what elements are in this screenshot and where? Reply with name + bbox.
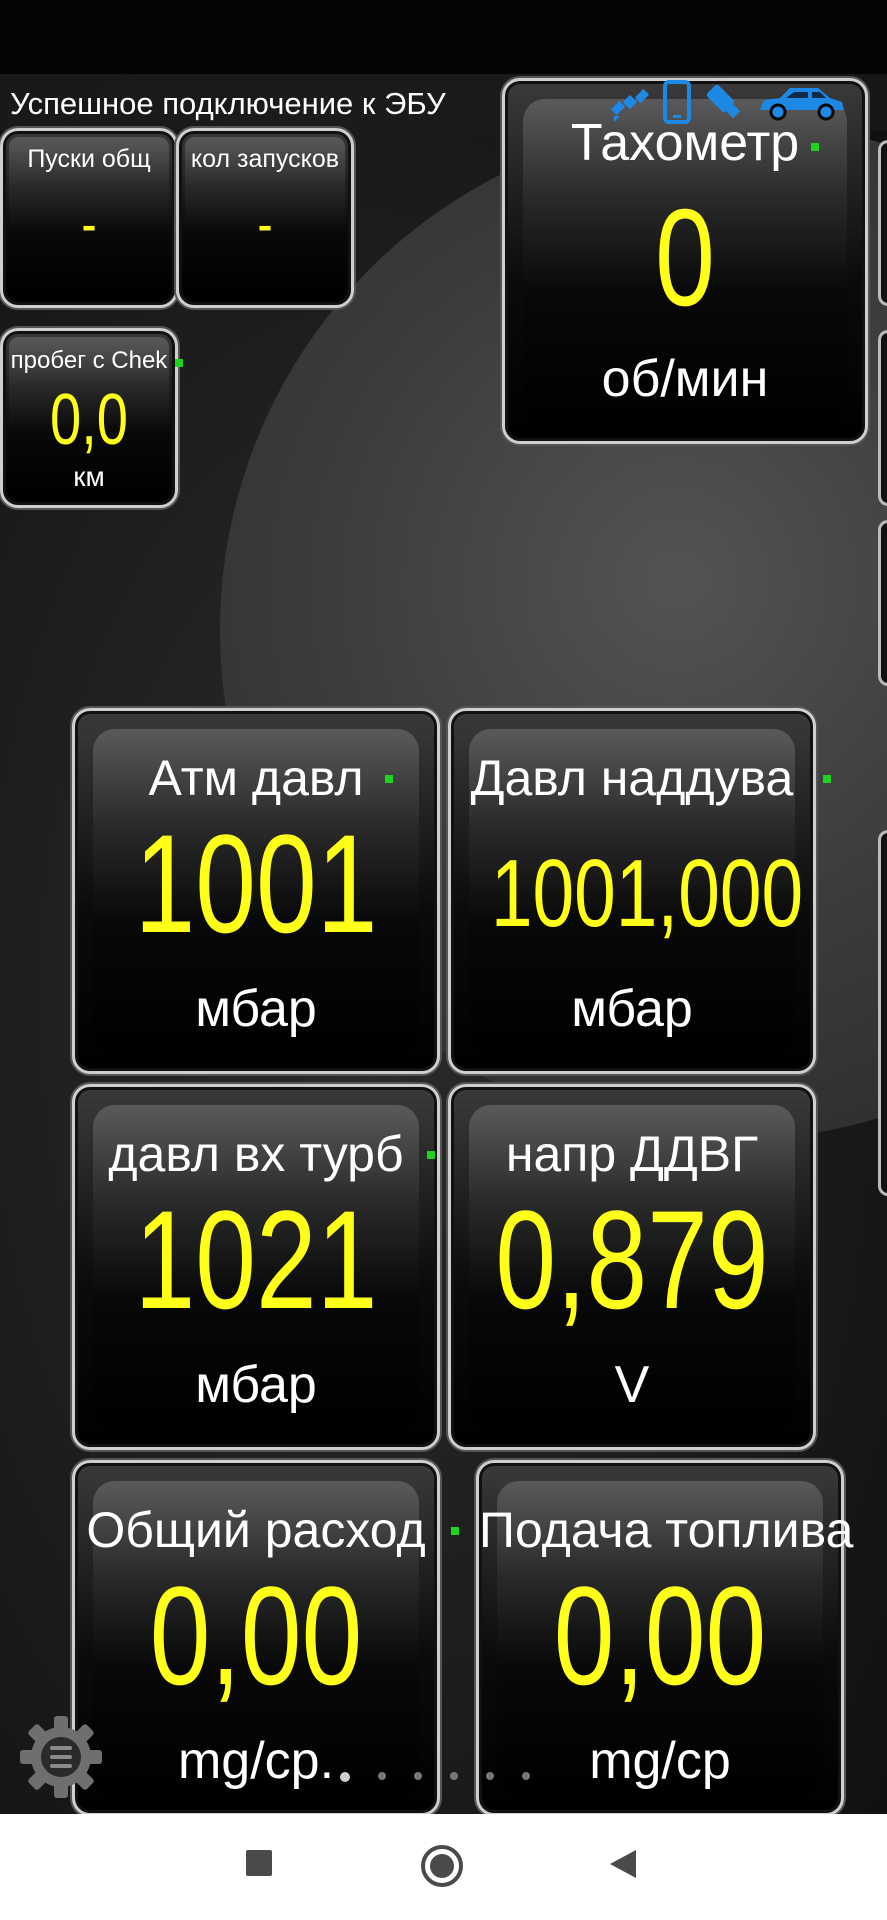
gauge-starts-total[interactable]: Пуски общ -	[0, 128, 178, 308]
gauge-turbine-inlet-pressure[interactable]: давл вх турб 1021 мбар	[72, 1084, 440, 1450]
gauge-unit: mg/cp.	[177, 1732, 335, 1790]
gauge-label: пробег с Chek	[10, 347, 168, 374]
live-indicator-dot	[823, 775, 831, 783]
gauge-unit: мбар	[195, 980, 317, 1038]
gauge-value: 0,00	[149, 1557, 363, 1714]
live-indicator-dot	[811, 143, 819, 151]
gauge-unit: V	[614, 1356, 650, 1414]
gauge-label: Давл наддува	[470, 750, 794, 806]
gauge-label: Атм давл	[148, 750, 364, 806]
offscreen-tile-edge[interactable]	[878, 520, 887, 686]
recent-apps-button[interactable]	[244, 1848, 274, 1878]
gauge-unit: км	[73, 461, 105, 492]
gauge-label: давл вх турб	[108, 1126, 404, 1182]
gauge-unit: mg/cp	[589, 1732, 731, 1790]
page-dot[interactable]	[522, 1772, 530, 1780]
gauge-atm-pressure[interactable]: Атм давл 1001 мбар	[72, 708, 440, 1074]
offscreen-tile-edge[interactable]	[878, 330, 887, 506]
gauge-fuel-delivery[interactable]: Подача топлива 0,00 mg/cp	[476, 1460, 854, 1816]
page-dot[interactable]	[450, 1772, 458, 1780]
system-status-bar	[0, 0, 887, 74]
gauge-value: -	[257, 192, 273, 257]
phone-icon	[663, 80, 691, 124]
home-button[interactable]	[420, 1844, 464, 1888]
gauge-value: 0,879	[495, 1181, 769, 1338]
gauge-value: 0,00	[553, 1557, 767, 1714]
gauge-value: 1021	[134, 1181, 378, 1338]
settings-gear-icon[interactable]	[16, 1712, 106, 1802]
gauge-value: 1001	[134, 805, 378, 962]
gauge-value: -	[81, 192, 97, 257]
page-dot[interactable]	[414, 1772, 422, 1780]
gauge-value: 0,0	[49, 380, 129, 460]
page-dot[interactable]	[340, 1772, 350, 1782]
car-icon	[760, 88, 844, 121]
page-dot[interactable]	[486, 1772, 494, 1780]
back-button[interactable]	[608, 1848, 638, 1880]
usb-adapter-icon	[706, 84, 741, 119]
gauge-ddvg-voltage[interactable]: напр ДДВГ 0,879 V	[448, 1084, 816, 1450]
gauge-value: 0	[655, 181, 715, 335]
gauge-mileage-check[interactable]: пробег с Chek 0,0 км	[0, 328, 183, 508]
gauge-boost-pressure[interactable]: Давл наддува 1001,000 мбар	[448, 708, 831, 1074]
connection-status-text: Успешное подключение к ЭБУ	[10, 86, 446, 121]
gauge-label: кол запусков	[190, 145, 340, 173]
gauge-tachometer[interactable]: Тахометр 0 об/мин	[502, 78, 868, 444]
offscreen-tile-edge[interactable]	[878, 830, 887, 1196]
offscreen-tile-edge[interactable]	[878, 140, 887, 306]
live-indicator-dot	[175, 359, 183, 367]
gauge-unit: мбар	[195, 1356, 317, 1414]
gauge-label: Общий расход	[86, 1502, 426, 1558]
page-indicator[interactable]	[340, 1772, 530, 1782]
live-indicator-dot	[451, 1527, 459, 1535]
gauge-unit: об/мин	[601, 350, 769, 408]
gauge-label: напр ДДВГ	[505, 1126, 759, 1182]
gauge-unit: мбар	[571, 980, 693, 1038]
satellite-icon	[610, 88, 650, 122]
live-indicator-dot	[385, 775, 393, 783]
live-indicator-dot	[427, 1151, 435, 1159]
gauge-total-consumption[interactable]: Общий расход 0,00 mg/cp.	[72, 1460, 459, 1816]
page-dot[interactable]	[378, 1772, 386, 1780]
gauge-value: 1001,000	[490, 840, 804, 947]
gauge-label: Подача топлива	[479, 1502, 854, 1558]
gauge-start-count[interactable]: кол запусков -	[176, 128, 354, 308]
status-icons	[608, 80, 848, 124]
gauge-label: Пуски общ	[27, 145, 151, 173]
